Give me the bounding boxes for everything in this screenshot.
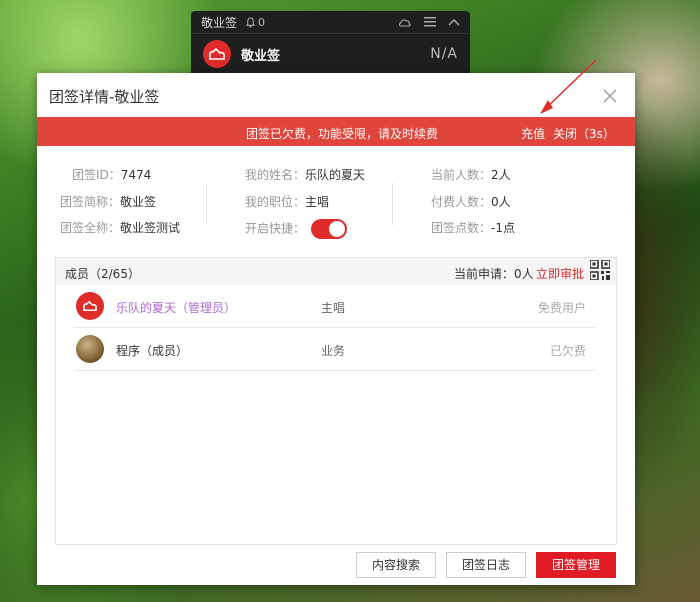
info-my-name: 我的姓名：乐队的夏天 [245,166,365,193]
pending-applications: 当前申请：0人 [454,267,534,281]
info-label: 我的姓名： [245,168,306,182]
member-status: 已欠费 [549,344,586,358]
info-column-team: 团签ID：7474 团签简称：敬业签 团签全称：敬业签测试 [60,166,180,246]
mini-widget-title: 敬业签 [201,15,238,30]
info-label: 当前人数： [431,168,492,182]
avatar [76,292,104,320]
info-value: -1点 [491,221,515,235]
info-team-id: 团签ID：7474 [60,166,180,193]
team-detail-dialog: 团签详情-敬业签 团签已欠费，功能受限，请及时续费 充值 关闭（3s） 团签ID… [37,73,635,585]
recharge-link[interactable]: 充值 [521,125,545,142]
divider [206,183,207,225]
cloud-logo-icon [83,300,97,312]
info-paid-count: 付费人数：0人 [431,193,515,220]
approve-now-link[interactable]: 立即审批 [536,265,584,282]
info-value: 乐队的夏天 [305,168,366,182]
mini-status: N/A [430,46,458,62]
bell-icon [245,16,256,28]
mini-widget-body: 敬业签 N/A [191,34,470,74]
qr-code-icon[interactable] [590,260,610,280]
app-logo [203,40,231,68]
info-value: 主唱 [305,194,330,209]
banner-message: 团签已欠费，功能受限，请及时续费 [246,127,439,141]
content-search-button[interactable]: 内容搜索 [356,552,436,578]
team-manage-button[interactable]: 团签管理 [536,552,616,578]
bell-count: 0 [258,15,266,29]
member-row[interactable]: 乐队的夏天（管理员） 主唱 免费用户 [74,285,596,328]
quick-toggle-switch[interactable] [310,219,347,239]
close-button[interactable] [603,83,617,108]
info-column-me: 我的姓名：乐队的夏天 我的职位：主唱 开启快捷： [245,166,365,246]
info-value: 敬业签 [120,194,157,209]
toggle-knob [328,221,345,237]
info-value: 7474 [120,168,152,182]
info-my-position: 我的职位：主唱 [245,193,365,220]
members-panel: 成员（2/65） 当前申请：0人 立即审批 乐队的夏天（管理员） 主唱 免费用户… [55,257,617,545]
mini-app-name: 敬业签 [241,48,281,64]
cloud-sync-icon[interactable] [398,17,412,28]
info-label: 团签ID： [72,168,121,182]
member-row[interactable]: 程序（成员） 业务 已欠费 [74,328,596,371]
info-team-full-name: 团签全称：敬业签测试 [60,219,180,246]
notification-bell[interactable]: 0 [245,16,265,29]
info-value: 2人 [491,168,511,182]
members-header: 成员（2/65） 当前申请：0人 立即审批 [56,258,616,285]
member-role: 业务 [321,344,346,358]
team-log-button[interactable]: 团签日志 [446,552,526,578]
info-label: 开启快捷： [245,221,306,236]
avatar [76,335,104,363]
info-label: 团签简称： [60,194,121,209]
close-icon [603,89,617,103]
mini-widget-header: 敬业签 0 [191,11,470,34]
info-points: 团签点数：-1点 [431,219,515,246]
info-current-count: 当前人数：2人 [431,166,515,193]
info-value: 敬业签测试 [120,221,181,235]
mini-widget-tools [398,17,460,28]
banner-close-link[interactable]: 关闭（3s） [553,125,615,142]
info-team-short-name: 团签简称：敬业签 [60,193,180,220]
info-label: 团签全称： [60,221,121,235]
info-quick-toggle: 开启快捷： [245,219,365,246]
arrears-banner: 团签已欠费，功能受限，请及时续费 充值 关闭（3s） [37,117,635,146]
member-role: 主唱 [321,301,346,315]
dialog-title: 团签详情-敬业签 [49,88,160,106]
member-status: 免费用户 [537,301,586,315]
cloud-logo-icon [209,47,225,60]
members-title: 成员（2/65） [65,267,140,281]
info-label: 团签点数： [431,221,492,235]
chevron-up-icon[interactable] [448,18,460,26]
divider [392,183,393,225]
menu-icon[interactable] [424,17,436,27]
info-label: 付费人数： [431,194,492,209]
member-name: 乐队的夏天（管理员） [116,301,237,315]
info-value: 0人 [491,194,511,209]
info-label: 我的职位： [245,194,306,209]
member-name: 程序（成员） [116,344,189,358]
info-column-stats: 当前人数：2人 付费人数：0人 团签点数：-1点 [431,166,515,246]
